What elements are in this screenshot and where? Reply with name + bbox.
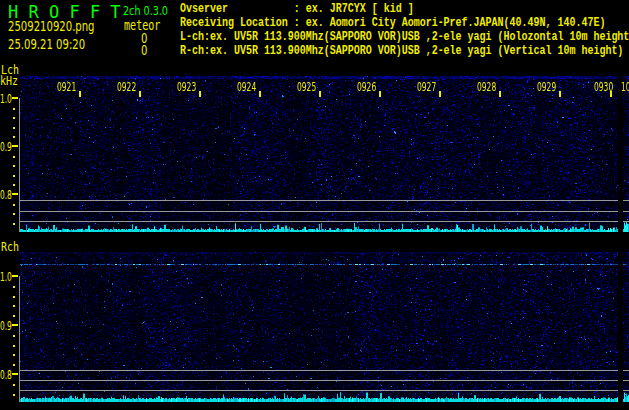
time-label: 0926 [357,80,376,93]
freq-tick-label: 0.8 [0,369,12,381]
freq-major-tick [12,193,18,195]
freq-tick-label: 1.0 [0,271,12,283]
hrofft-screen: H R O F F T 2ch 0.3.0 2509210920.png met… [0,0,629,410]
freq-minor-tick [13,165,15,167]
freq-minor-tick [13,286,15,288]
info-rch: R-ch:ex. UV5R 113.900Mhz(SAPPORO VOR)USB… [180,44,623,58]
freq-minor-tick [13,204,15,206]
freq-minor-tick [13,354,15,356]
freq-minor-tick [13,394,15,396]
time-label: 0929 [537,80,556,93]
time-tick [559,91,561,97]
time-tick [610,91,612,97]
freq-major-tick [12,324,18,326]
time-tick [379,91,381,97]
freq-minor-tick [13,175,15,177]
time-label: 0928 [477,80,496,93]
time-tick [499,91,501,97]
freq-minor-tick [13,315,15,317]
filename-label: 2509210920.png [8,19,95,33]
freq-major-tick [12,373,18,375]
freq-minor-tick [13,117,15,119]
freq-minor-tick [13,127,15,129]
freq-minor-tick [13,305,15,307]
info-lch: L-ch:ex. UV5R 113.900Mhz(SAPPORO VOR)USB… [180,30,629,44]
rch-label: Rch [1,240,19,254]
time-label: 0925 [297,80,316,93]
time-label-overflow: 10 [621,80,629,93]
freq-minor-tick [13,136,15,138]
freq-minor-tick [13,345,15,347]
version-label: 2ch 0.3.0 [123,5,168,17]
time-tick [439,91,441,97]
freq-minor-tick [13,156,15,158]
spectrogram-lch [19,76,629,232]
time-label: 0923 [177,80,196,93]
count-r: 0 [141,43,147,57]
freq-major-tick [12,97,18,99]
time-label: 0922 [117,80,136,93]
freq-minor-tick [13,384,15,386]
time-tick [79,91,81,97]
freq-tick-label: 0.8 [0,189,12,201]
freq-minor-tick [13,184,15,186]
freq-major-tick [12,275,18,277]
datetime-label: 25.09.21 09:20 [8,37,85,51]
time-tick [319,91,321,97]
freq-minor-tick [13,223,15,225]
freq-tick-label: 0.9 [0,320,12,332]
time-tick [199,91,201,97]
spectrogram-rch [19,252,629,402]
khz-label: kHz [0,74,18,88]
freq-minor-tick [13,335,15,337]
freq-minor-tick [13,364,15,366]
time-label: 0921 [57,80,76,93]
freq-minor-tick [13,108,15,110]
freq-major-tick [12,145,18,147]
time-label: 0924 [237,80,256,93]
time-label: 0927 [417,80,436,93]
freq-minor-tick [13,213,15,215]
info-observer: Ovserver : ex. JR7CYX [ kid ] [180,2,414,16]
freq-tick-label: 0.9 [0,141,12,153]
freq-minor-tick [13,296,15,298]
info-location: Receiving Location : ex. Aomori City Aom… [180,16,605,30]
time-tick [139,91,141,97]
time-tick [259,91,261,97]
freq-tick-label: 1.0 [0,93,12,105]
